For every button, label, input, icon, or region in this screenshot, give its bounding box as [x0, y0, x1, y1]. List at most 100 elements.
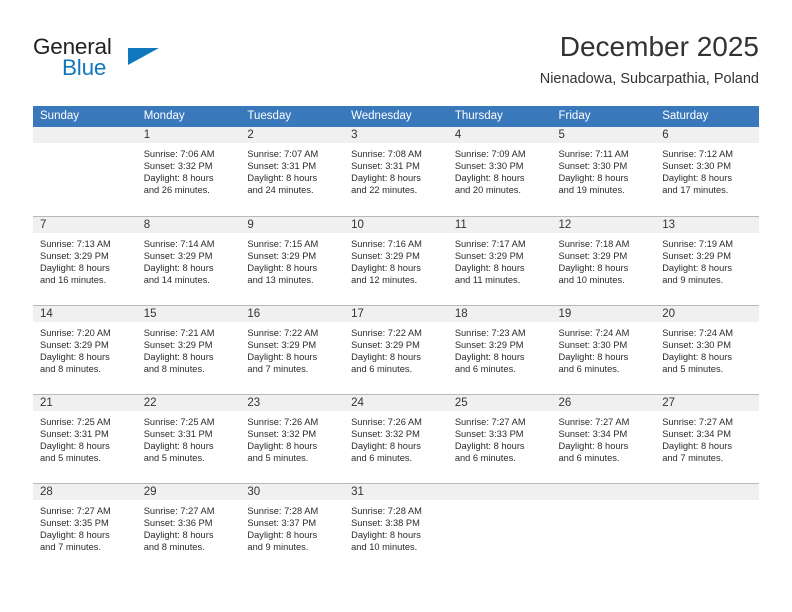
day-cell[interactable]: 26 Sunrise: 7:27 AM Sunset: 3:34 PM Dayligh…	[551, 394, 656, 483]
day-cell[interactable]: 15 Sunrise: 7:21 AM Sunset: 3:29 PM Dayligh…	[136, 305, 241, 394]
day-number: 28	[33, 484, 137, 500]
weekday-header-sunday: Sunday	[33, 106, 137, 127]
sunrise-text: Sunrise: 7:20 AM	[40, 328, 111, 338]
sunrise-text: Sunrise: 7:22 AM	[351, 328, 422, 338]
day-cell[interactable]	[655, 483, 759, 572]
daylight-text-line1: Daylight: 8 hours	[351, 441, 421, 452]
daylight-text-line2: and 8 minutes.	[143, 542, 205, 553]
sunset-text: Sunset: 3:30 PM	[558, 340, 628, 351]
day-details: Sunrise: 7:22 AM Sunset: 3:29 PM Daylight:…	[344, 322, 448, 375]
daylight-text-line1: Daylight: 8 hours	[247, 263, 318, 274]
day-cell[interactable]	[33, 127, 137, 216]
daylight-text-line2: and 6 minutes.	[454, 453, 516, 464]
day-cell[interactable]: 21 Sunrise: 7:25 AM Sunset: 3:31 PM Dayligh…	[33, 394, 137, 483]
daylight-text-line2: and 13 minutes.	[247, 275, 314, 286]
weekday-header-thursday: Thursday	[447, 106, 552, 127]
sunset-text: Sunset: 3:32 PM	[247, 429, 317, 440]
day-cell[interactable]: 23 Sunrise: 7:26 AM Sunset: 3:32 PM Dayligh…	[240, 394, 345, 483]
day-cell[interactable]: 8 Sunrise: 7:14 AM Sunset: 3:29 PM Daylight…	[136, 216, 241, 305]
daylight-text-line2: and 10 minutes.	[351, 542, 418, 553]
daylight-text-line1: Daylight: 8 hours	[662, 441, 732, 452]
daylight-text-line2: and 7 minutes.	[247, 364, 309, 375]
day-number: 1	[136, 127, 241, 143]
day-cell[interactable]: 12 Sunrise: 7:18 AM Sunset: 3:29 PM Dayligh…	[551, 216, 656, 305]
location-subtitle: Nienadowa, Subcarpathia, Poland	[539, 71, 759, 87]
day-cell[interactable]	[447, 483, 552, 572]
daylight-text-line1: Daylight: 8 hours	[662, 173, 732, 184]
day-cell[interactable]: 30 Sunrise: 7:28 AM Sunset: 3:37 PM Dayligh…	[240, 483, 345, 572]
logo-text-blue: Blue	[62, 55, 107, 80]
day-cell[interactable]: 9 Sunrise: 7:15 AM Sunset: 3:29 PM Daylight…	[240, 216, 345, 305]
day-cell[interactable]: 16 Sunrise: 7:22 AM Sunset: 3:29 PM Dayligh…	[240, 305, 345, 394]
day-cell[interactable]: 17 Sunrise: 7:22 AM Sunset: 3:29 PM Dayligh…	[344, 305, 448, 394]
daylight-text-line1: Daylight: 8 hours	[662, 352, 732, 363]
daylight-text-line1: Daylight: 8 hours	[143, 530, 214, 541]
daylight-text-line1: Daylight: 8 hours	[454, 352, 525, 363]
daylight-text-line2: and 9 minutes.	[247, 542, 309, 553]
day-cell[interactable]: 29 Sunrise: 7:27 AM Sunset: 3:36 PM Dayligh…	[136, 483, 241, 572]
daylight-text-line1: Daylight: 8 hours	[558, 263, 629, 274]
day-cell[interactable]: 19 Sunrise: 7:24 AM Sunset: 3:30 PM Dayligh…	[551, 305, 656, 394]
day-number: 22	[136, 395, 241, 411]
day-cell[interactable]: 31 Sunrise: 7:28 AM Sunset: 3:38 PM Dayligh…	[344, 483, 448, 572]
daylight-text-line1: Daylight: 8 hours	[247, 352, 318, 363]
day-cell[interactable]: 25 Sunrise: 7:27 AM Sunset: 3:33 PM Dayligh…	[447, 394, 552, 483]
sunset-text: Sunset: 3:30 PM	[454, 161, 524, 172]
day-cell[interactable]: 28 Sunrise: 7:27 AM Sunset: 3:35 PM Dayligh…	[33, 483, 137, 572]
sunset-text: Sunset: 3:30 PM	[662, 161, 731, 172]
day-cell[interactable]: 4 Sunrise: 7:09 AM Sunset: 3:30 PM Daylight…	[447, 127, 552, 216]
day-number: 17	[344, 306, 448, 322]
daylight-text-line2: and 11 minutes.	[454, 275, 521, 286]
day-number: 18	[447, 306, 552, 322]
sunrise-text: Sunrise: 7:27 AM	[454, 417, 526, 427]
day-cell[interactable]: 14 Sunrise: 7:20 AM Sunset: 3:29 PM Dayligh…	[33, 305, 137, 394]
daylight-text-line2: and 9 minutes.	[662, 275, 724, 286]
day-details: Sunrise: 7:27 AM Sunset: 3:33 PM Daylight:…	[448, 411, 552, 464]
daylight-text-line1: Daylight: 8 hours	[558, 173, 629, 184]
daylight-text-line2: and 5 minutes.	[143, 453, 205, 464]
day-cell[interactable]: 24 Sunrise: 7:26 AM Sunset: 3:32 PM Dayligh…	[344, 394, 448, 483]
sunset-text: Sunset: 3:31 PM	[247, 161, 317, 172]
generalblue-logo[interactable]: General Blue	[33, 34, 213, 90]
sunrise-text: Sunrise: 7:26 AM	[247, 417, 319, 427]
sunrise-text: Sunrise: 7:23 AM	[454, 328, 526, 338]
day-cell[interactable]	[551, 483, 656, 572]
day-cell[interactable]: 2 Sunrise: 7:07 AM Sunset: 3:31 PM Daylight…	[240, 127, 345, 216]
day-details: Sunrise: 7:27 AM Sunset: 3:35 PM Daylight:…	[33, 500, 137, 553]
daylight-text-line1: Daylight: 8 hours	[558, 352, 629, 363]
day-cell[interactable]: 11 Sunrise: 7:17 AM Sunset: 3:29 PM Dayligh…	[447, 216, 552, 305]
daylight-text-line2: and 16 minutes.	[40, 275, 107, 286]
day-cell[interactable]: 13 Sunrise: 7:19 AM Sunset: 3:29 PM Dayligh…	[655, 216, 759, 305]
day-cell[interactable]: 7 Sunrise: 7:13 AM Sunset: 3:29 PM Daylight…	[33, 216, 137, 305]
day-details: Sunrise: 7:28 AM Sunset: 3:37 PM Daylight:…	[240, 500, 344, 553]
day-number: 30	[240, 484, 345, 500]
day-details: Sunrise: 7:26 AM Sunset: 3:32 PM Daylight:…	[240, 411, 344, 464]
sunrise-text: Sunrise: 7:27 AM	[662, 417, 734, 427]
day-cell[interactable]: 6 Sunrise: 7:12 AM Sunset: 3:30 PM Daylight…	[655, 127, 759, 216]
day-details: Sunrise: 7:19 AM Sunset: 3:29 PM Daylight:…	[655, 233, 759, 286]
sunrise-text: Sunrise: 7:24 AM	[662, 328, 734, 338]
day-cell[interactable]: 1 Sunrise: 7:06 AM Sunset: 3:32 PM Daylight…	[136, 127, 241, 216]
sunset-text: Sunset: 3:32 PM	[351, 429, 420, 440]
daylight-text-line2: and 10 minutes.	[558, 275, 625, 286]
sunrise-text: Sunrise: 7:11 AM	[558, 149, 629, 159]
day-cell[interactable]: 5 Sunrise: 7:11 AM Sunset: 3:30 PM Daylight…	[551, 127, 656, 216]
day-cell[interactable]: 20 Sunrise: 7:24 AM Sunset: 3:30 PM Dayligh…	[655, 305, 759, 394]
sunrise-sunset-calendar: Sunday Monday Tuesday Wednesday Thursday…	[33, 106, 759, 572]
weekday-header-row: Sunday Monday Tuesday Wednesday Thursday…	[33, 106, 759, 127]
sunrise-text: Sunrise: 7:28 AM	[247, 506, 319, 516]
daylight-text-line1: Daylight: 8 hours	[558, 441, 629, 452]
sunset-text: Sunset: 3:32 PM	[143, 161, 213, 172]
day-details: Sunrise: 7:25 AM Sunset: 3:31 PM Daylight:…	[33, 411, 137, 464]
day-cell[interactable]: 27 Sunrise: 7:27 AM Sunset: 3:34 PM Dayligh…	[655, 394, 759, 483]
day-cell[interactable]: 18 Sunrise: 7:23 AM Sunset: 3:29 PM Dayligh…	[447, 305, 552, 394]
daylight-text-line2: and 5 minutes.	[662, 364, 724, 375]
daylight-text-line1: Daylight: 8 hours	[40, 352, 110, 363]
day-cell[interactable]: 3 Sunrise: 7:08 AM Sunset: 3:31 PM Daylight…	[344, 127, 448, 216]
daylight-text-line2: and 8 minutes.	[143, 364, 205, 375]
day-number: 13	[655, 217, 759, 233]
day-cell[interactable]: 22 Sunrise: 7:25 AM Sunset: 3:31 PM Dayligh…	[136, 394, 241, 483]
sunset-text: Sunset: 3:29 PM	[247, 251, 317, 262]
daylight-text-line2: and 24 minutes.	[247, 185, 314, 196]
day-cell[interactable]: 10 Sunrise: 7:16 AM Sunset: 3:29 PM Dayligh…	[344, 216, 448, 305]
